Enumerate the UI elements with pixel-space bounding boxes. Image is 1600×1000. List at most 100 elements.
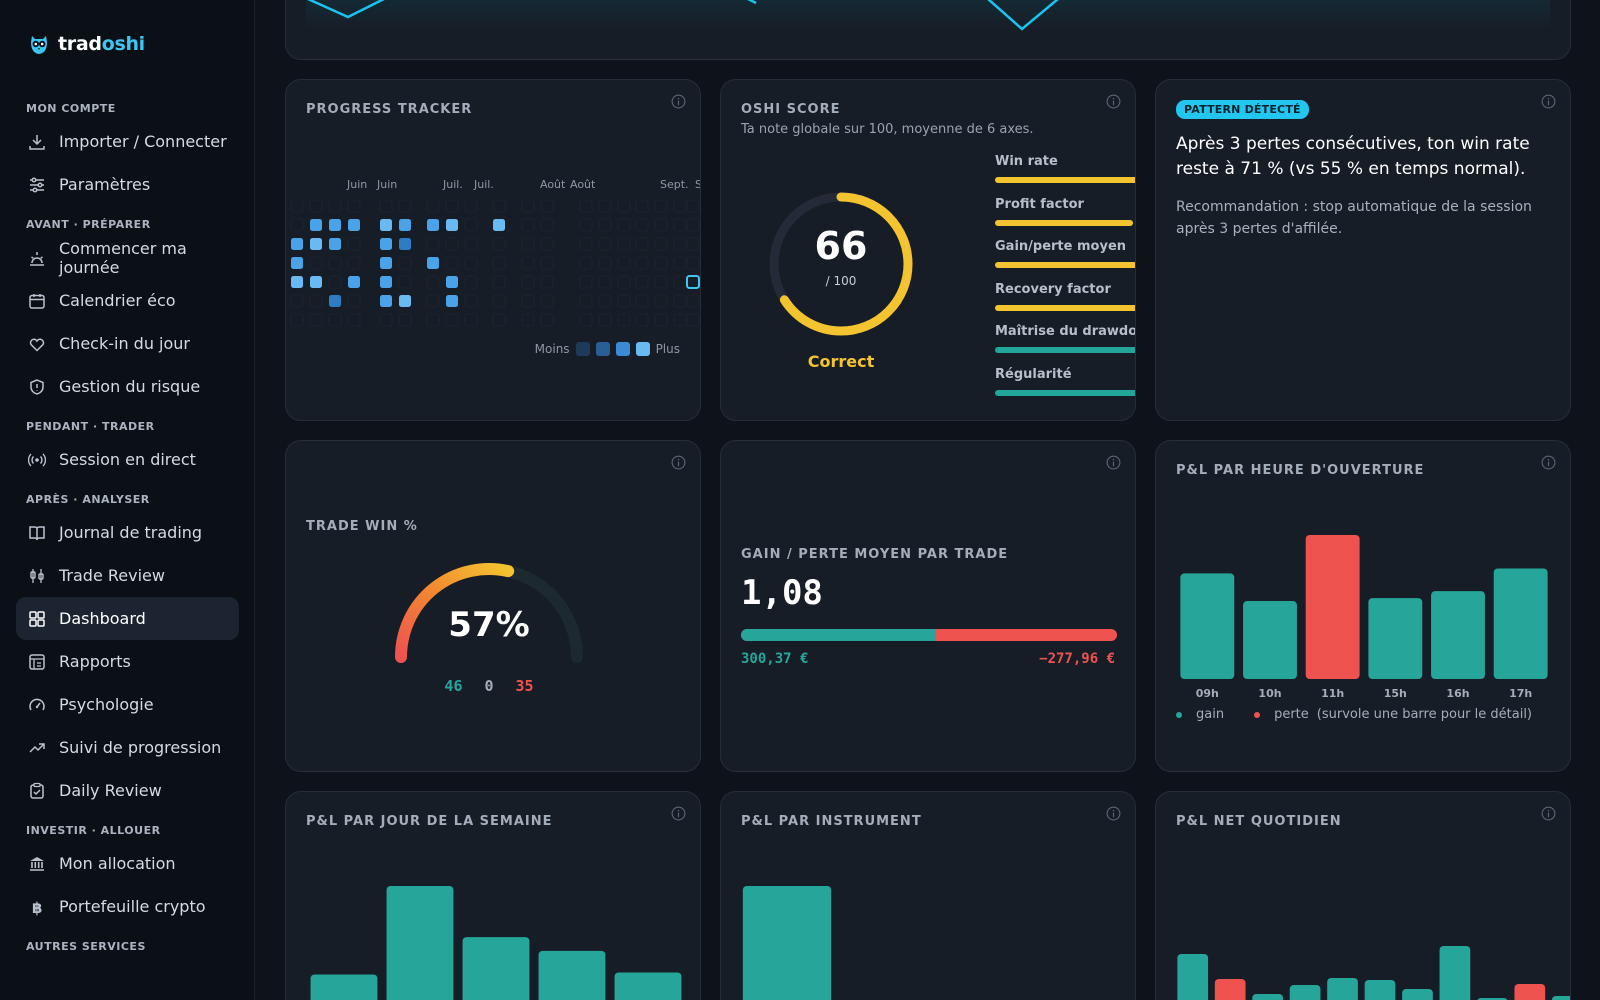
heatmap-cell[interactable] <box>464 275 478 289</box>
heatmap-cell[interactable] <box>291 276 303 288</box>
heatmap-cell[interactable] <box>464 313 478 327</box>
heatmap-cell[interactable] <box>464 200 478 213</box>
heatmap-cell[interactable] <box>654 237 668 251</box>
heatmap-cell[interactable] <box>579 313 593 327</box>
heatmap-cell[interactable] <box>426 237 440 251</box>
heatmap-cell[interactable] <box>426 275 440 289</box>
info-icon[interactable] <box>671 455 686 470</box>
heatmap-cell[interactable] <box>492 256 506 270</box>
heatmap-cell[interactable] <box>540 256 554 270</box>
heatmap-cell[interactable] <box>347 237 361 251</box>
heatmap-cell[interactable] <box>329 219 341 231</box>
heatmap-cell[interactable] <box>635 200 649 213</box>
chart-bar[interactable] <box>386 885 454 1000</box>
sidebar-item-parametres[interactable]: Paramètres <box>16 163 239 206</box>
heatmap-cell[interactable] <box>291 238 303 250</box>
heatmap-cell[interactable] <box>426 200 440 213</box>
heatmap-cell[interactable] <box>673 256 687 270</box>
heatmap-cell[interactable] <box>290 313 304 327</box>
heatmap-cell[interactable] <box>521 275 535 289</box>
heatmap-cell[interactable] <box>427 257 439 269</box>
heatmap-cell[interactable] <box>521 237 535 251</box>
chart-bar[interactable] <box>1243 601 1297 679</box>
chart-bar[interactable] <box>1551 996 1571 1000</box>
heatmap-cell[interactable] <box>446 219 458 231</box>
heatmap-cell[interactable] <box>445 256 459 270</box>
heatmap-cell[interactable] <box>598 200 612 213</box>
heatmap-cell[interactable] <box>686 237 700 251</box>
heatmap-cell[interactable] <box>310 238 322 250</box>
heatmap-cell[interactable] <box>617 237 631 251</box>
heatmap-cell[interactable] <box>290 218 304 232</box>
heatmap-cell[interactable] <box>427 219 439 231</box>
heatmap-cell[interactable] <box>380 295 392 307</box>
heatmap-cell[interactable] <box>310 276 322 288</box>
heatmap-cell[interactable] <box>398 200 412 213</box>
heatmap-cell[interactable] <box>579 200 593 213</box>
heatmap-cell[interactable] <box>492 237 506 251</box>
chart-bar[interactable] <box>1289 985 1321 1000</box>
heatmap-cell[interactable] <box>686 313 700 327</box>
chart-bar[interactable] <box>462 937 530 1000</box>
heatmap-cell[interactable] <box>347 313 361 327</box>
heatmap-cell[interactable] <box>635 275 649 289</box>
heatmap-cell[interactable] <box>380 257 392 269</box>
heatmap-cell[interactable] <box>598 256 612 270</box>
heatmap-cell[interactable] <box>598 275 612 289</box>
heatmap-cell[interactable] <box>347 200 361 213</box>
sidebar-item-daily-review[interactable]: Daily Review <box>16 769 239 812</box>
heatmap-cell[interactable] <box>540 294 554 308</box>
heatmap-cell[interactable] <box>492 275 506 289</box>
heatmap-today-cell[interactable] <box>686 275 700 289</box>
heatmap-cell[interactable] <box>379 313 393 327</box>
heatmap-cell[interactable] <box>635 256 649 270</box>
heatmap-cell[interactable] <box>445 200 459 213</box>
heatmap-cell[interactable] <box>686 294 700 308</box>
heatmap-cell[interactable] <box>617 200 631 213</box>
heatmap-cell[interactable] <box>348 219 360 231</box>
chart-bar[interactable] <box>1305 534 1360 679</box>
heatmap-cell[interactable] <box>654 313 668 327</box>
heatmap-cell[interactable] <box>521 200 535 213</box>
heatmap-cell[interactable] <box>446 276 458 288</box>
heatmap-cell[interactable] <box>309 294 323 308</box>
heatmap-cell[interactable] <box>617 294 631 308</box>
heatmap-cell[interactable] <box>426 294 440 308</box>
heatmap-cell[interactable] <box>328 275 342 289</box>
heatmap-cell[interactable] <box>464 256 478 270</box>
heatmap-cell[interactable] <box>492 294 506 308</box>
sidebar-item-session-en-direct[interactable]: Session en direct <box>16 438 239 481</box>
heatmap-cell[interactable] <box>380 238 392 250</box>
sidebar-item-calendrier-eco[interactable]: Calendrier éco <box>16 279 239 322</box>
chart-bar[interactable] <box>1514 984 1546 1000</box>
heatmap-cell[interactable] <box>654 200 668 213</box>
chart-bar[interactable] <box>1214 979 1246 1000</box>
brand[interactable]: tradoshi <box>28 32 145 56</box>
heatmap-cell[interactable] <box>309 200 323 213</box>
heatmap-cell[interactable] <box>635 237 649 251</box>
sidebar-item-importer-connecter[interactable]: Importer / Connecter <box>16 120 239 163</box>
heatmap-cell[interactable] <box>446 295 458 307</box>
heatmap-cell[interactable] <box>686 256 700 270</box>
chart-bar[interactable] <box>1364 980 1396 1000</box>
heatmap-cell[interactable] <box>328 313 342 327</box>
heatmap-cell[interactable] <box>309 313 323 327</box>
info-icon[interactable] <box>1541 94 1556 109</box>
chart-bar[interactable] <box>1493 568 1548 679</box>
sidebar-item-gestion-du-risque[interactable]: Gestion du risque <box>16 365 239 408</box>
info-icon[interactable] <box>1106 455 1121 470</box>
heatmap-cell[interactable] <box>579 275 593 289</box>
heatmap-cell[interactable] <box>380 276 392 288</box>
heatmap-cell[interactable] <box>329 238 341 250</box>
heatmap-cell[interactable] <box>635 294 649 308</box>
heatmap-cell[interactable] <box>464 218 478 232</box>
heatmap-cell[interactable] <box>654 256 668 270</box>
heatmap-cell[interactable] <box>540 218 554 232</box>
sidebar-item-rapports[interactable]: Rapports <box>16 640 239 683</box>
sidebar-item-psychologie[interactable]: Psychologie <box>16 683 239 726</box>
heatmap-cell[interactable] <box>686 200 700 213</box>
heatmap-cell[interactable] <box>379 200 393 213</box>
heatmap-cell[interactable] <box>579 294 593 308</box>
heatmap-cell[interactable] <box>654 294 668 308</box>
heatmap-cell[interactable] <box>493 219 505 231</box>
